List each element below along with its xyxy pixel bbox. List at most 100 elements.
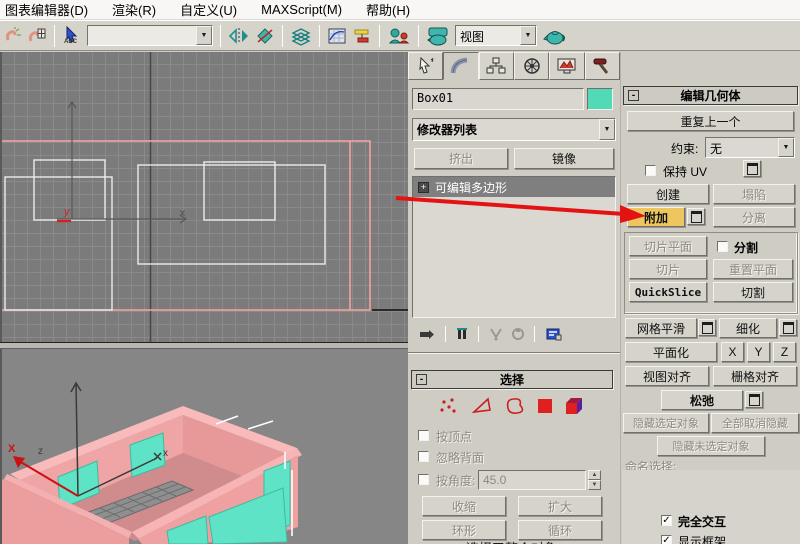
extrude-button[interactable]: 挤出 [414, 148, 508, 169]
border-icon[interactable] [506, 398, 524, 414]
edge-icon[interactable] [471, 397, 491, 414]
object-name-field[interactable]: Box01 [412, 88, 584, 110]
create-button[interactable]: 创建 [627, 184, 709, 204]
attach-button[interactable]: 附加 [627, 207, 685, 227]
show-cage-checkbox[interactable]: ✓ [661, 535, 672, 544]
spin-up-icon[interactable]: ▲ [588, 470, 601, 480]
element-icon[interactable] [566, 398, 582, 414]
tessellate-button[interactable]: 细化 [719, 318, 777, 338]
tab-modify[interactable] [443, 52, 479, 80]
menu-help[interactable]: 帮助(H) [366, 0, 410, 19]
planar-y-button[interactable]: Y [747, 342, 770, 362]
separator [445, 326, 446, 342]
collapse-icon[interactable]: - [416, 374, 427, 385]
menu-customize[interactable]: 自定义(U) [180, 0, 237, 19]
render-preset-combo[interactable]: 视图 ▼ [455, 25, 537, 46]
polygon-icon[interactable] [538, 399, 552, 413]
ring-button[interactable]: 环形 [422, 520, 506, 540]
mirror-button[interactable]: 镜像 [514, 148, 614, 169]
relax-settings-button[interactable] [745, 391, 763, 408]
spin-down-icon[interactable]: ▼ [588, 480, 601, 490]
cut-button[interactable]: 切割 [713, 282, 793, 302]
collapse-icon[interactable]: - [628, 90, 639, 101]
edit-geometry-rollout-header[interactable]: - 编辑几何体 [623, 86, 798, 105]
ignore-backfacing-checkbox[interactable] [418, 451, 429, 462]
planar-z-button[interactable]: Z [773, 342, 796, 362]
slice-button[interactable]: 切片 [629, 259, 707, 279]
meshsmooth-settings-button[interactable] [698, 319, 716, 336]
view-align-button[interactable]: 视图对齐 [625, 366, 709, 386]
dropdown-arrow-icon[interactable]: ▼ [196, 26, 212, 45]
perspective-viewport[interactable]: z X x [0, 349, 408, 544]
max-window: 图表编辑器(D) 渲染(R) 自定义(U) MAXScript(M) 帮助(H)… [0, 0, 800, 544]
unhide-all-button[interactable]: 全部取消隐藏 [711, 413, 799, 433]
remove-modifier-icon[interactable] [511, 326, 525, 342]
vertex-icon[interactable] [440, 398, 456, 413]
split-checkbox[interactable] [717, 241, 728, 252]
quick-render-icon[interactable] [542, 25, 568, 47]
modifier-list-dropdown[interactable]: 修改器列表 ▼ [412, 118, 616, 141]
constraints-dropdown[interactable]: 无 ▼ [705, 137, 795, 158]
selection-rollout-header[interactable]: - 选择 [411, 370, 613, 389]
dropdown-arrow-icon[interactable]: ▼ [778, 138, 794, 157]
menu-track-view[interactable]: 图表编辑器(D) [5, 0, 88, 19]
repeat-last-button[interactable]: 重复上一个 [627, 111, 794, 131]
selection-filter-combo[interactable]: ▼ [87, 25, 213, 46]
layers-icon[interactable] [290, 26, 312, 46]
hide-unselected-button[interactable]: 隐藏未选定对象 [657, 436, 765, 456]
by-angle-checkbox[interactable] [418, 474, 429, 485]
object-color-swatch[interactable] [587, 88, 613, 110]
reset-plane-button[interactable]: 重置平面 [713, 259, 793, 279]
tab-utilities[interactable] [584, 52, 620, 80]
preserve-uv-settings-button[interactable] [743, 160, 761, 177]
menu-rendering[interactable]: 渲染(R) [112, 0, 156, 19]
full-interactivity-checkbox[interactable]: ✓ [661, 515, 672, 526]
dropdown-arrow-icon[interactable]: ▼ [520, 26, 536, 45]
relax-button[interactable]: 松弛 [661, 390, 743, 410]
dropdown-arrow-icon[interactable]: ▼ [599, 119, 615, 140]
tessellate-settings-button[interactable] [779, 319, 797, 336]
stack-item-editable-poly[interactable]: + 可编辑多边形 [413, 177, 615, 197]
render-setup-icon[interactable] [426, 25, 450, 47]
detach-button[interactable]: 分离 [713, 207, 795, 227]
preserve-uv-checkbox[interactable] [645, 165, 656, 176]
modifier-stack[interactable]: + 可编辑多边形 [412, 176, 616, 318]
hide-selected-button[interactable]: 隐藏选定对象 [623, 413, 709, 433]
pin-icon[interactable] [418, 326, 436, 342]
shrink-button[interactable]: 收缩 [422, 496, 506, 516]
select-by-name-icon[interactable]: ABC [62, 25, 82, 47]
loop-button[interactable]: 循环 [518, 520, 602, 540]
by-vertex-checkbox[interactable] [418, 430, 429, 441]
wireframe-rectangles [4, 159, 326, 311]
angle-spinner[interactable]: ▲ ▼ [588, 470, 601, 490]
grow-button[interactable]: 扩大 [518, 496, 602, 516]
schematic-view-icon[interactable] [352, 26, 372, 46]
named-sets-icon[interactable] [387, 26, 411, 46]
angle-value-field[interactable]: 45.0 [478, 470, 586, 490]
curve-editor-icon[interactable] [327, 26, 347, 46]
make-unique-icon[interactable] [488, 326, 504, 342]
collapse-button[interactable]: 塌陷 [713, 184, 795, 204]
top-viewport[interactable]: y x [0, 52, 410, 342]
viewport-splitter[interactable] [0, 342, 408, 349]
menu-maxscript[interactable]: MAXScript(M) [261, 2, 342, 17]
tab-hierarchy[interactable] [478, 52, 514, 80]
tab-create[interactable] [408, 52, 444, 80]
planar-x-button[interactable]: X [721, 342, 744, 362]
tab-display[interactable] [549, 52, 585, 80]
mirror-icon[interactable] [228, 26, 250, 46]
unlink-icon[interactable] [4, 26, 22, 46]
show-end-result-icon[interactable] [455, 326, 469, 342]
edit-geometry-title: 编辑几何体 [680, 89, 741, 103]
align-icon[interactable] [255, 26, 275, 46]
meshsmooth-button[interactable]: 网格平滑 [625, 318, 697, 338]
attach-settings-button[interactable] [687, 208, 705, 225]
tab-motion[interactable] [513, 52, 550, 80]
configure-modifier-sets-icon[interactable] [544, 326, 562, 342]
make-planar-button[interactable]: 平面化 [625, 342, 717, 362]
slice-plane-button[interactable]: 切片平面 [629, 236, 707, 256]
grid-align-button[interactable]: 栅格对齐 [713, 366, 797, 386]
bind-icon[interactable] [27, 26, 47, 46]
expand-icon[interactable]: + [418, 181, 429, 193]
quickslice-button[interactable]: QuickSlice [629, 282, 707, 302]
